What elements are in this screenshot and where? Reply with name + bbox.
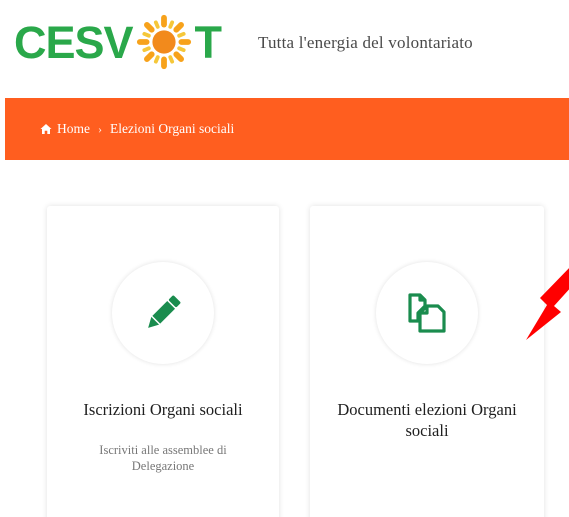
breadcrumb-home-label: Home [57,121,90,136]
documents-icon [408,293,446,333]
card-icon-circle [376,262,478,364]
card-description: Iscriviti alle assemblee di Delegazione [99,443,227,473]
site-tagline: Tutta l'energia del volontariato [258,33,473,52]
card-iscrizioni[interactable]: Iscrizioni Organi sociali Iscriviti alle… [47,206,279,517]
site-header: CESV T Tutta l'energia del volontariato [0,0,569,98]
home-icon [40,124,52,134]
card-icon-circle [112,262,214,364]
breadcrumb-separator: › [98,121,102,136]
pencil-icon [148,295,181,328]
logo-text-prefix: CESV [14,16,134,68]
red-arrow-annotation [526,268,569,340]
card-documenti[interactable]: Documenti elezioni Organi sociali [310,206,544,517]
sun-icon [136,14,191,70]
breadcrumb-current: Elezioni Organi sociali [110,121,235,136]
site-logo[interactable]: CESV T [14,10,222,74]
breadcrumb-home-link[interactable]: Home [40,121,90,137]
breadcrumb: Home › Elezioni Organi sociali [5,98,569,160]
card-title: Documenti elezioni Organi sociali [337,400,517,440]
logo-text-suffix: T [194,16,222,68]
card-title: Iscrizioni Organi sociali [83,400,243,419]
